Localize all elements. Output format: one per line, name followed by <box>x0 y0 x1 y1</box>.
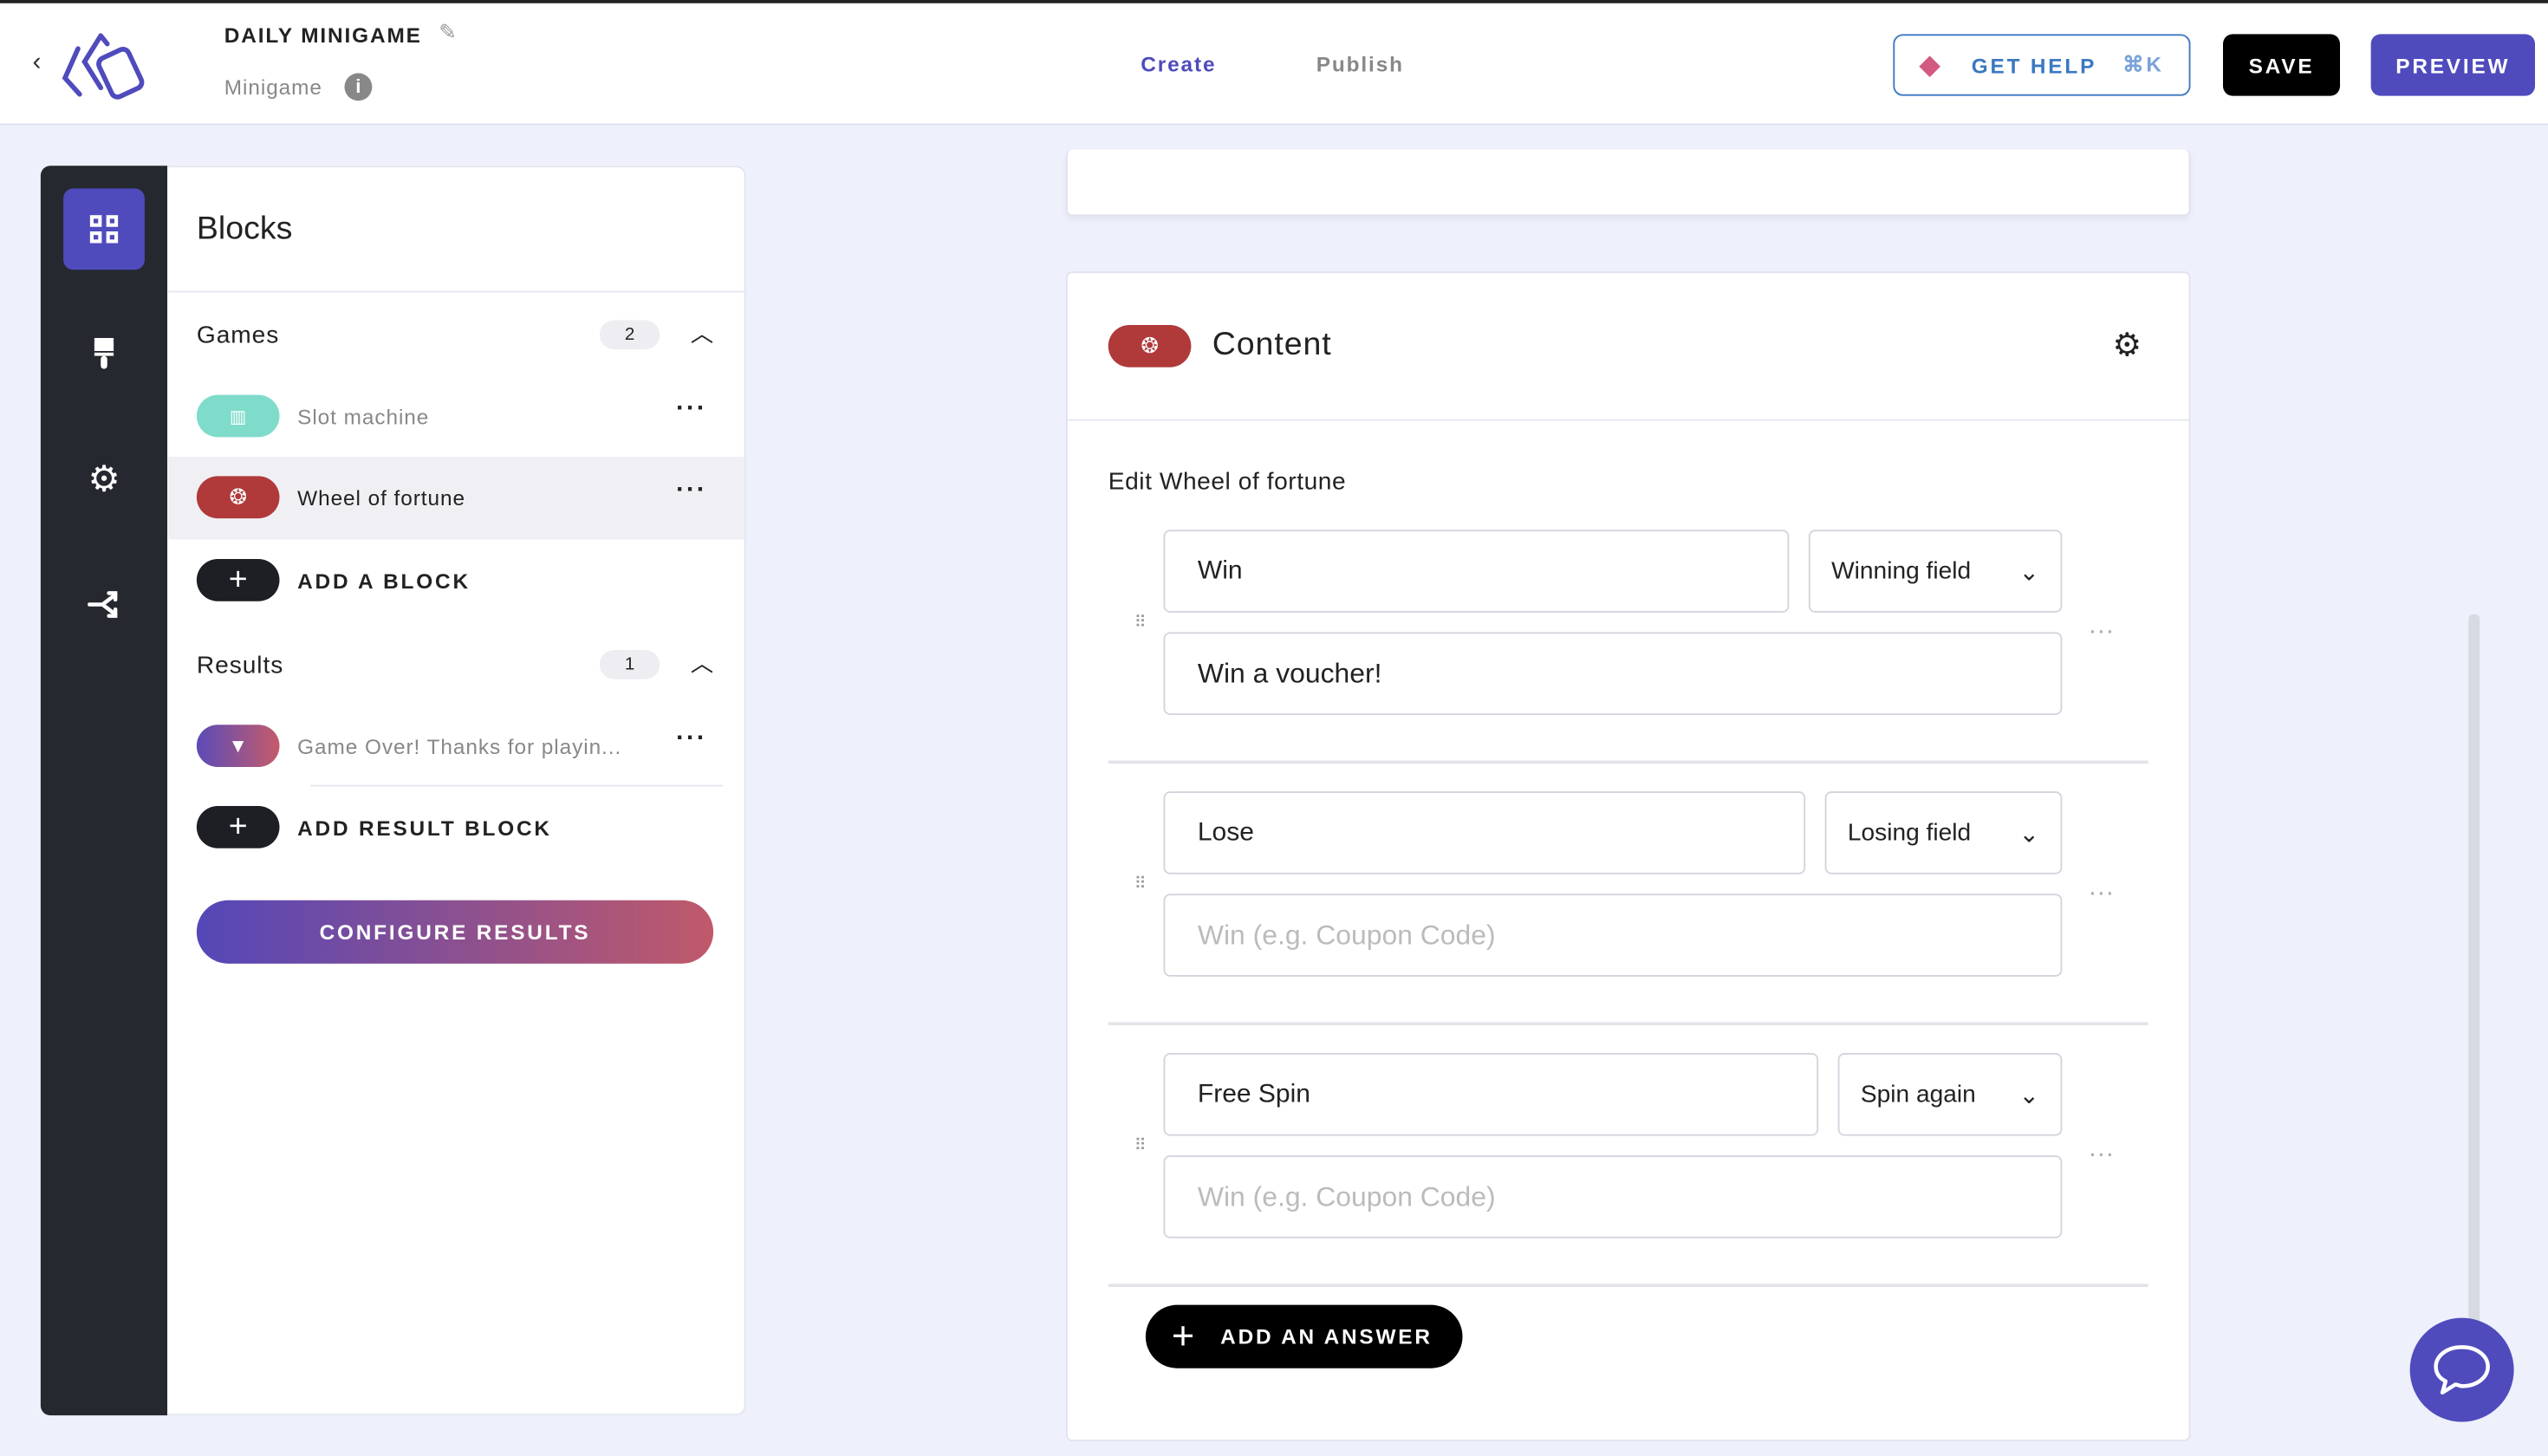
chevron-down-icon: ⌄ <box>2018 819 2040 848</box>
select-value: Losing field <box>1847 819 1972 847</box>
info-icon[interactable]: i <box>344 73 373 101</box>
answer-value-input[interactable]: Win (e.g. Coupon Code) <box>1163 1155 2063 1238</box>
back-icon[interactable]: ‹ <box>33 49 42 78</box>
add-answer-label: ADD AN ANSWER <box>1220 1324 1433 1349</box>
games-section-label: Games <box>196 322 280 350</box>
content-settings-gear-icon[interactable]: ⚙ <box>2113 325 2142 366</box>
results-section-label: Results <box>196 651 284 679</box>
content-title: Content <box>1212 326 1332 363</box>
more-options-icon[interactable]: ··· <box>676 395 707 425</box>
answer-value-input[interactable]: Win a voucher! <box>1163 632 2063 715</box>
branch-icon <box>88 591 118 618</box>
chat-bubble-icon <box>2434 1345 2490 1395</box>
tab-publish[interactable]: Publish <box>1316 52 1404 76</box>
scrollbar[interactable] <box>2468 614 2480 1329</box>
drag-handle-icon[interactable]: ⠿ <box>1134 877 1151 894</box>
add-answer-button[interactable]: + ADD AN ANSWER <box>1145 1304 1463 1368</box>
wheel-icon: ❂ <box>196 476 280 519</box>
answer-name-input[interactable]: Win <box>1163 530 1790 613</box>
edit-pencil-icon[interactable]: ✎ <box>439 20 456 46</box>
previous-card <box>1066 149 2191 217</box>
rail-settings-button[interactable]: ⚙ <box>63 439 145 520</box>
drag-handle-icon[interactable]: ⠿ <box>1134 615 1151 632</box>
select-value: Winning field <box>1831 557 1972 585</box>
add-result-block-button[interactable]: + ADD RESULT BLOCK <box>196 806 552 848</box>
block-item-slot-machine[interactable]: ▥ Slot machine ··· <box>167 375 744 457</box>
plus-icon: + <box>196 559 280 601</box>
blocks-panel: Blocks Games 2 ︿ ▥ Slot machine ··· ❂ Wh… <box>167 166 746 1416</box>
answer-type-select[interactable]: Spin again ⌄ <box>1837 1053 2063 1136</box>
block-item-wheel-of-fortune[interactable]: ❂ Wheel of fortune ··· <box>167 456 744 540</box>
result-label: Game Over! Thanks for playin... <box>297 734 622 759</box>
logo-icon <box>62 33 145 100</box>
more-options-icon[interactable]: ··· <box>676 476 707 505</box>
slot-machine-icon: ▥ <box>196 394 280 438</box>
collapse-results-icon[interactable]: ︿ <box>691 647 713 679</box>
edit-label: Edit Wheel of fortune <box>1108 468 1347 496</box>
result-item[interactable]: ▼ Game Over! Thanks for playin... ··· <box>167 705 744 787</box>
add-result-label: ADD RESULT BLOCK <box>297 815 552 840</box>
answer-name-input[interactable]: Lose <box>1163 791 1806 874</box>
rail-blocks-button[interactable] <box>63 188 145 270</box>
plus-icon: + <box>1171 1313 1195 1358</box>
rail-design-button[interactable] <box>63 314 145 395</box>
icon-rail: ⚙ <box>40 166 168 1416</box>
plus-icon: + <box>196 806 280 848</box>
shortcut-label: ⌘K <box>2122 52 2164 77</box>
block-label: Wheel of fortune <box>297 485 465 510</box>
chevron-down-icon: ⌄ <box>2018 1081 2040 1109</box>
drag-handle-icon[interactable]: ⠿ <box>1134 1138 1151 1154</box>
select-value: Spin again <box>1860 1080 1976 1108</box>
top-bar: ‹ DAILY MINIGAME ✎ Minigame i Create Pub… <box>0 0 2548 126</box>
block-label: Slot machine <box>297 404 430 429</box>
wheel-icon: ❂ <box>1108 325 1192 367</box>
preview-button[interactable]: PREVIEW <box>2370 34 2535 96</box>
collapse-games-icon[interactable]: ︿ <box>691 317 713 350</box>
more-options-icon[interactable]: ··· <box>2088 1141 2114 1170</box>
grid-icon <box>89 215 119 244</box>
answer-name-input[interactable]: Free Spin <box>1163 1053 1819 1136</box>
chat-button[interactable] <box>2409 1317 2514 1422</box>
tab-create[interactable]: Create <box>1141 52 1216 76</box>
panel-title: Blocks <box>196 211 293 247</box>
add-block-button[interactable]: + ADD A BLOCK <box>196 559 471 601</box>
answer-type-select[interactable]: Losing field ⌄ <box>1824 791 2063 874</box>
rail-flow-button[interactable] <box>63 564 145 646</box>
lightning-icon: ◆ <box>1920 52 1943 80</box>
paintbrush-icon <box>94 338 114 369</box>
project-type: Minigame <box>224 75 322 100</box>
get-help-button[interactable]: ◆ GET HELP ⌘K <box>1893 34 2191 96</box>
save-button[interactable]: SAVE <box>2223 34 2340 96</box>
more-options-icon[interactable]: ··· <box>2088 618 2114 647</box>
more-options-icon[interactable]: ··· <box>2088 879 2114 908</box>
gear-icon: ⚙ <box>88 458 120 499</box>
get-help-label: GET HELP <box>1971 52 2097 78</box>
configure-results-button[interactable]: CONFIGURE RESULTS <box>196 900 714 964</box>
games-count-badge: 2 <box>599 320 660 350</box>
bookmark-icon: ▼ <box>196 725 280 767</box>
add-block-label: ADD A BLOCK <box>297 568 471 593</box>
project-title: DAILY MINIGAME <box>224 23 422 48</box>
more-options-icon[interactable]: ··· <box>676 725 707 754</box>
chevron-down-icon: ⌄ <box>2018 558 2040 586</box>
answer-type-select[interactable]: Winning field ⌄ <box>1808 530 2063 613</box>
answer-value-input[interactable]: Win (e.g. Coupon Code) <box>1163 894 2063 977</box>
results-count-badge: 1 <box>599 650 660 679</box>
